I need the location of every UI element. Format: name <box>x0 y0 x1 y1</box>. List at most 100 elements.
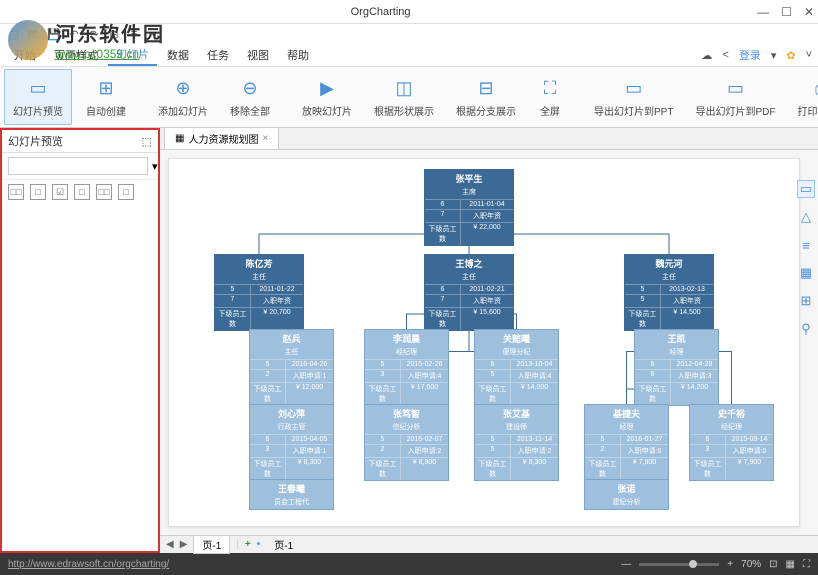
window-controls: — ☐ ✕ <box>757 5 814 19</box>
node-title: 主任 <box>625 272 713 284</box>
open-icon[interactable]: 📂 <box>26 26 42 42</box>
status-url[interactable]: http://www.edrawsoft.cn/orgcharting/ <box>8 559 611 570</box>
page-prev-icon[interactable]: ◀ <box>166 539 174 550</box>
card-icon[interactable]: ▭ <box>797 180 815 198</box>
cloud-icon[interactable]: ☁ <box>701 49 712 62</box>
list-icon[interactable]: ≡ <box>126 26 142 42</box>
marker-icon[interactable]: △ <box>797 208 815 226</box>
pin-icon[interactable]: ⬚ <box>142 135 152 148</box>
menu-start[interactable]: 开始 <box>6 45 44 65</box>
canvas[interactable]: 张平生主席62011-01-047入职年资下级员工数¥ 22,000 陈亿芳主任5… <box>160 150 818 535</box>
redo-icon[interactable]: ↷ <box>86 26 102 42</box>
by-branch-button[interactable]: ⊟根据分支展示 <box>448 69 524 125</box>
layout-icon[interactable]: ⊞ <box>106 26 122 42</box>
menubar: 开始 页面样式 幻灯片 数据 任务 视图 帮助 ☁ < 登录 ▾ ✿ ˅ <box>0 44 818 66</box>
sidebar-view-icon-1[interactable]: □ <box>30 184 46 200</box>
node-name: 史千裕 <box>690 405 773 422</box>
export-ppt-button[interactable]: ▭导出幻灯片到PPT <box>586 69 681 125</box>
sidebar-view-icon-3[interactable]: □ <box>74 184 90 200</box>
sidebar-view-icon-0[interactable]: □□ <box>8 184 24 200</box>
document-tabs: ▦ 人力资源规划图 × <box>160 128 818 150</box>
node-name: 张平生 <box>425 170 513 187</box>
fullscreen-button[interactable]: ⛶全屏 <box>530 69 570 125</box>
share-icon[interactable]: < <box>722 49 728 61</box>
tree-icon[interactable]: ⊞ <box>797 292 815 310</box>
org-node[interactable]: 基捷夫经理52016-01-272入职申请:0下级员工数¥ 7,900 <box>584 404 669 481</box>
dropdown-icon[interactable]: ▾ <box>152 160 158 173</box>
calendar-icon[interactable]: ▦ <box>797 264 815 282</box>
node-title: 主席 <box>425 187 513 199</box>
grid-icon[interactable]: ▦ <box>786 559 795 570</box>
page-tab-left[interactable]: 页-1 <box>193 535 230 554</box>
save-icon[interactable]: 💾 <box>46 26 62 42</box>
org-node[interactable]: 李润晨经纪理52015-02-263入职申请:4下级员工数¥ 17,000 <box>364 329 449 406</box>
menu-tasks[interactable]: 任务 <box>199 45 237 65</box>
sidebar-view-icon-4[interactable]: □□ <box>96 184 112 200</box>
slide-preview-panel: 幻灯片预览 ⬚ ▾ + ↻ □□□☑□□□□ <box>0 128 160 553</box>
zoom-out-icon[interactable]: — <box>621 559 631 570</box>
by-shape-button[interactable]: ◫根据形状展示 <box>366 69 442 125</box>
org-node[interactable]: 魏元河主任52013-02-135入职年资下级员工数¥ 14,500 <box>624 254 714 331</box>
collapse-icon[interactable]: ˅ <box>806 49 812 61</box>
menu-help[interactable]: 帮助 <box>279 45 317 65</box>
node-name: 刘心萍 <box>250 405 333 422</box>
sidebar-view-icon-5[interactable]: □ <box>118 184 134 200</box>
auto-create-button[interactable]: ⊞自动创建 <box>78 69 134 125</box>
org-node[interactable]: 张平生主席62011-01-047入职年资下级员工数¥ 22,000 <box>424 169 514 246</box>
zoom-in-icon[interactable]: + <box>727 559 733 570</box>
maximize-icon[interactable]: ☐ <box>781 5 792 19</box>
org-node[interactable]: 王凯经理62012-04-286入职申请:3下级员工数¥ 14,200 <box>634 329 719 406</box>
fullscreen-icon[interactable]: ⛶ <box>803 559 810 570</box>
undo-icon[interactable]: ↶ <box>66 26 82 42</box>
page-next-icon[interactable]: ▶ <box>180 539 188 550</box>
print-slide-button[interactable]: ⎙打印幻灯片 <box>789 69 818 125</box>
flower-icon[interactable]: ✿ <box>786 49 795 62</box>
org-node[interactable]: 张艾基建设师52013-11-145入职申请:2下级员工数¥ 8,300 <box>474 404 559 481</box>
menu-slides[interactable]: 幻灯片 <box>108 44 157 66</box>
org-node[interactable]: 王春曦员会工程代 <box>249 479 334 510</box>
org-node[interactable]: 张诺建纪分析 <box>584 479 669 510</box>
tab-close-icon[interactable]: × <box>262 133 268 144</box>
minimize-icon[interactable]: — <box>757 5 769 19</box>
dropdown-icon[interactable]: ▾ <box>146 26 162 42</box>
menu-page-style[interactable]: 页面样式 <box>46 45 106 65</box>
remove-all-button[interactable]: ⊖移除全部 <box>222 69 278 125</box>
play-slide-button[interactable]: ▶放映幻灯片 <box>294 69 360 125</box>
slide-preview-button[interactable]: ▭幻灯片预览 <box>4 69 72 125</box>
org-node[interactable]: 刘心萍行政主管62015-04-053入职申请:1下级员工数¥ 8,300 <box>249 404 334 481</box>
ribbon-label: 根据形状展示 <box>374 103 434 118</box>
node-title: 主任 <box>250 347 333 359</box>
org-node[interactable]: 史千裕经纪理62015-08-143入职申请:0下级员工数¥ 7,900 <box>689 404 774 481</box>
node-name: 李润晨 <box>365 330 448 347</box>
add-page-icon[interactable]: + <box>245 539 251 550</box>
export-pdf-icon: ▭ <box>723 77 747 101</box>
fit-icon[interactable]: ⊡ <box>769 559 777 570</box>
ribbon-label: 幻灯片预览 <box>13 103 63 118</box>
sidebar-view-icon-2[interactable]: ☑ <box>52 184 68 200</box>
menu-view[interactable]: 视图 <box>239 45 277 65</box>
close-icon[interactable]: ✕ <box>804 5 814 19</box>
titlebar: OrgCharting — ☐ ✕ <box>0 0 818 24</box>
org-node[interactable]: 关懿曦便理分纪62013-10-045入职申请:4下级员工数¥ 14,000 <box>474 329 559 406</box>
list-icon[interactable]: ≡ <box>797 236 815 254</box>
org-node[interactable]: 陈亿芳主任52011-01-227入职年资下级员工数¥ 20,700 <box>214 254 304 331</box>
user-dropdown-icon[interactable]: ▾ <box>771 49 777 62</box>
new-icon[interactable]: ▢ <box>6 26 22 42</box>
zoom-slider[interactable] <box>639 563 719 566</box>
slide-name-input[interactable] <box>8 157 148 175</box>
document-tab[interactable]: ▦ 人力资源规划图 × <box>164 127 279 149</box>
org-node[interactable]: 赵兵主任52016-04-262入职申请:1下级员工数¥ 12,000 <box>249 329 334 406</box>
login-link[interactable]: 登录 <box>739 47 761 63</box>
search-icon[interactable]: ⚲ <box>797 320 815 338</box>
ribbon-label: 全屏 <box>540 103 560 118</box>
ribbon-label: 打印幻灯片 <box>797 103 818 118</box>
export-pdf-button[interactable]: ▭导出幻灯片到PDF <box>687 69 783 125</box>
node-title: 经理 <box>585 422 668 434</box>
page-tabs-bar: ◀ ▶ 页-1 | + • 页-1 <box>160 535 818 553</box>
org-node[interactable]: 王博之主任62011-02-217入职年资下级员工数¥ 15,600 <box>424 254 514 331</box>
page-tab-right[interactable]: 页-1 <box>266 536 301 553</box>
export-ppt-icon: ▭ <box>622 77 646 101</box>
org-node[interactable]: 张笃智信纪分析52016-02-072入职申请:2下级员工数¥ 8,900 <box>364 404 449 481</box>
add-slide-button[interactable]: ⊕添加幻灯片 <box>150 69 216 125</box>
menu-data[interactable]: 数据 <box>159 45 197 65</box>
